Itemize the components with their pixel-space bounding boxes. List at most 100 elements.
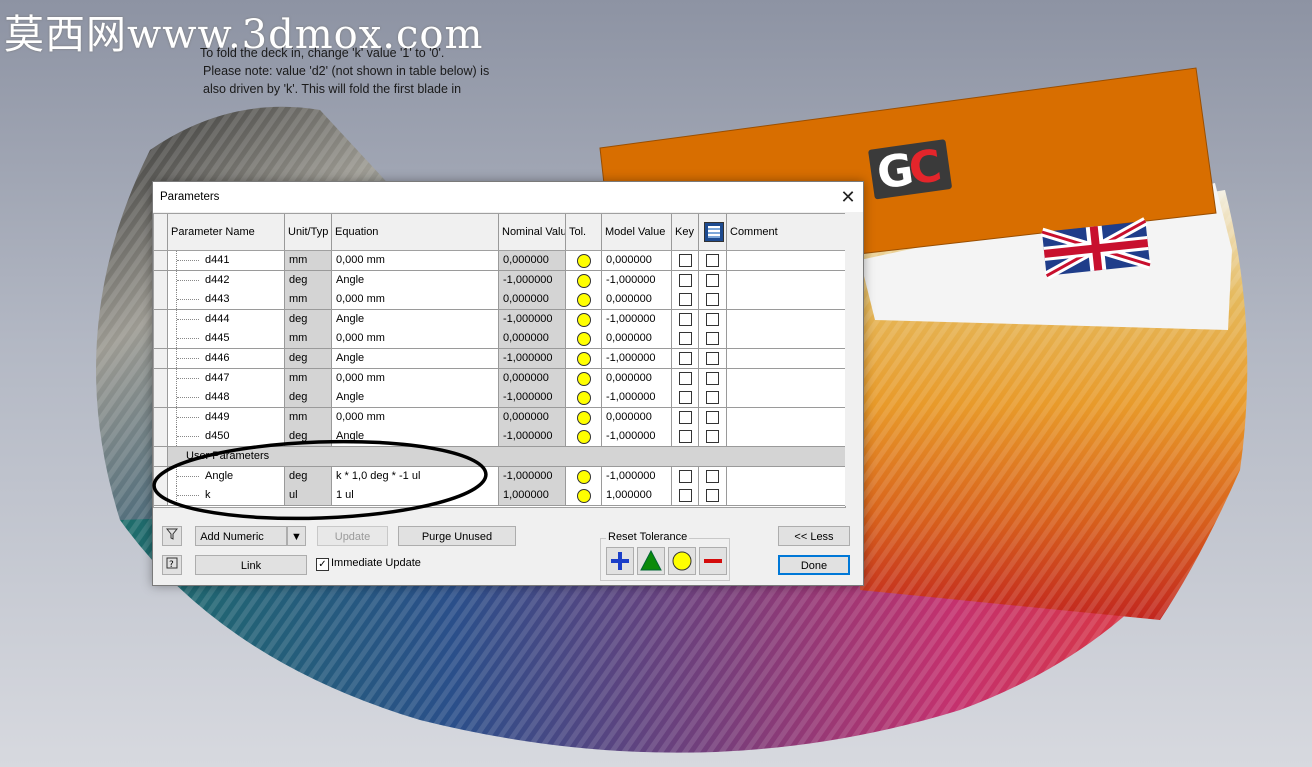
row-selector[interactable] [154,466,168,486]
export-checkbox[interactable] [706,254,719,267]
done-button[interactable]: Done [778,555,850,575]
table-row[interactable]: k ul 1 ul 1,000000 1,000000 [154,486,845,507]
export-checkbox[interactable] [706,469,719,483]
equation-cell[interactable]: Angle [332,388,499,408]
parameter-name-cell[interactable]: d446 [168,349,285,368]
row-selector[interactable] [154,368,168,388]
comment-cell[interactable] [727,329,845,348]
row-selector[interactable] [154,329,168,349]
model-value-cell[interactable]: -1,000000 [602,270,672,290]
parameter-name-cell[interactable]: k [168,486,285,506]
unit-cell[interactable]: deg [285,270,332,290]
key-cell[interactable] [672,329,699,349]
table-row[interactable]: d444 deg Angle -1,000000 -1,000000 [154,309,845,330]
table-row[interactable]: Angle deg k * 1,0 deg * -1 ul -1,000000 -1,0… [154,466,845,487]
unit-cell[interactable]: ul [285,486,332,506]
less-button[interactable]: << Less [778,526,850,546]
export-cell[interactable] [699,486,727,506]
parameter-name-cell[interactable]: d445 [168,329,285,349]
table-row[interactable]: d447 mm 0,000 mm 0,000000 0,000000 [154,368,845,389]
model-value-cell[interactable]: -1,000000 [602,309,672,329]
comment-cell[interactable] [727,467,845,486]
model-value-cell[interactable]: 0,000000 [602,290,672,310]
immediate-update-checkbox[interactable]: ✓ [316,558,329,571]
parameter-name-cell[interactable]: Angle [168,466,285,486]
comment-cell[interactable] [727,388,845,407]
unit-cell[interactable]: mm [285,251,332,270]
export-cell[interactable] [699,309,727,329]
parameter-name-cell[interactable]: d447 [168,368,285,388]
export-checkbox[interactable] [706,293,719,307]
tolerance-circle-icon[interactable] [577,312,591,327]
export-checkbox[interactable] [706,352,719,365]
tolerance-circle-icon[interactable] [577,430,591,445]
key-cell[interactable] [672,251,699,270]
unit-cell[interactable]: deg [285,466,332,486]
median-tolerance-button[interactable] [668,547,696,575]
comment-cell[interactable] [727,486,845,505]
equation-cell[interactable]: k * 1,0 deg * -1 ul [332,466,499,486]
mean-tolerance-button[interactable] [637,547,665,575]
row-selector[interactable] [154,427,168,447]
tolerance-circle-icon[interactable] [577,371,591,386]
export-checkbox[interactable] [706,273,719,287]
comment-cell[interactable] [727,271,845,290]
equation-cell[interactable]: 0,000 mm [332,251,499,270]
add-numeric-dropdown[interactable]: ▼ [287,526,306,546]
export-checkbox[interactable] [706,430,719,444]
comment-cell[interactable] [727,427,845,446]
parameter-name-cell[interactable]: d443 [168,290,285,310]
key-checkbox[interactable] [679,254,692,267]
parameter-name-cell[interactable]: d444 [168,309,285,329]
model-value-cell[interactable]: -1,000000 [602,349,672,368]
equation-cell[interactable]: 1 ul [332,486,499,506]
filter-icon[interactable] [162,526,182,546]
close-icon[interactable]: ✕ [833,182,863,212]
export-checkbox[interactable] [706,371,719,385]
tolerance-circle-icon[interactable] [577,273,591,288]
tolerance-cell[interactable] [566,427,602,447]
col-nominal-value[interactable]: Nominal Valu [499,214,566,250]
key-checkbox[interactable] [679,410,692,424]
key-checkbox[interactable] [679,352,692,365]
row-selector[interactable] [154,270,168,290]
add-numeric-button[interactable]: Add Numeric [195,526,287,546]
unit-cell[interactable]: mm [285,329,332,349]
equation-cell[interactable]: 0,000 mm [332,407,499,427]
tolerance-circle-icon[interactable] [577,489,591,504]
unit-cell[interactable]: mm [285,407,332,427]
unit-cell[interactable]: deg [285,309,332,329]
table-row[interactable]: d446 deg Angle -1,000000 -1,000000 [154,349,845,369]
comment-cell[interactable] [727,349,845,368]
tolerance-cell[interactable] [566,368,602,388]
export-cell[interactable] [699,270,727,290]
tolerance-cell[interactable] [566,309,602,329]
row-selector[interactable] [154,407,168,427]
key-checkbox[interactable] [679,391,692,405]
col-equation[interactable]: Equation [332,214,499,250]
upper-tolerance-button[interactable] [606,547,634,575]
equation-cell[interactable]: Angle [332,427,499,447]
key-checkbox[interactable] [679,312,692,326]
table-row[interactable]: d442 deg Angle -1,000000 -1,000000 [154,270,845,291]
unit-cell[interactable]: mm [285,368,332,388]
equation-cell[interactable]: 0,000 mm [332,368,499,388]
key-cell[interactable] [672,309,699,329]
vertical-scrollbar[interactable] [845,213,862,506]
model-value-cell[interactable]: 0,000000 [602,329,672,349]
table-row[interactable]: d445 mm 0,000 mm 0,000000 0,000000 [154,329,845,350]
unit-cell[interactable]: deg [285,427,332,447]
row-selector[interactable] [154,290,168,310]
tolerance-cell[interactable] [566,388,602,408]
table-row[interactable]: d443 mm 0,000 mm 0,000000 0,000000 [154,290,845,311]
col-export[interactable] [699,214,727,250]
unit-cell[interactable]: deg [285,349,332,368]
row-selector[interactable] [154,349,168,368]
lower-tolerance-button[interactable] [699,547,727,575]
comment-cell[interactable] [727,369,845,388]
export-cell[interactable] [699,388,727,408]
parameter-name-cell[interactable]: d449 [168,407,285,427]
col-parameter-name[interactable]: Parameter Name [168,214,285,250]
tolerance-cell[interactable] [566,349,602,368]
tolerance-circle-icon[interactable] [577,293,591,308]
